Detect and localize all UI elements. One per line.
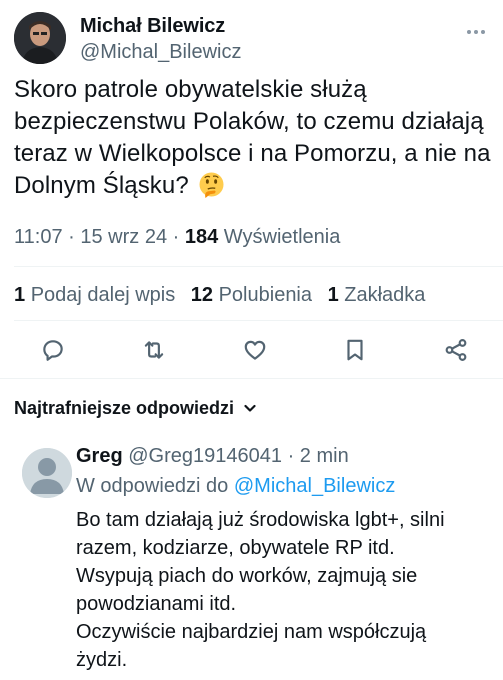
- tweet-actions: [20, 330, 489, 370]
- more-options-icon[interactable]: [462, 22, 490, 42]
- reply-header: Greg @Greg19146041 · 2 min: [76, 442, 496, 470]
- reply-text: Bo tam działają już środowiska lgbt+, si…: [76, 506, 496, 674]
- reposts-stat[interactable]: 1 Podaj dalej wpis: [14, 284, 181, 306]
- author-name[interactable]: Michał Bilewicz: [80, 14, 241, 38]
- reposts-label: Podaj dalej wpis: [30, 284, 176, 306]
- replying-to-prefix: W odpowiedzi do: [76, 475, 229, 497]
- bookmark-icon: [347, 339, 363, 361]
- share-icon: [445, 339, 467, 361]
- bookmark-button[interactable]: [340, 335, 370, 365]
- tweet-stats: 1 Podaj dalej wpis 12 Polubienia 1 Zakła…: [14, 282, 435, 308]
- default-avatar-icon: [22, 448, 72, 498]
- divider: [14, 266, 503, 267]
- tweet-text: Skoro patrole obywatelskie służą bezpiec…: [14, 74, 492, 202]
- meta-separator: ·: [68, 226, 81, 248]
- replying-to: W odpowiedzi do @Michal_Bilewicz: [76, 472, 496, 500]
- tweet-time[interactable]: 11:07: [14, 226, 63, 248]
- tweet-body: Skoro patrole obywatelskie służą bezpiec…: [14, 76, 491, 199]
- reply-author-handle[interactable]: @Greg19146041: [128, 445, 282, 467]
- chevron-down-icon: [244, 404, 256, 412]
- reply-text-line: żydzi.: [76, 649, 128, 671]
- reply-time[interactable]: 2 min: [300, 445, 349, 467]
- likes-count: 12: [190, 284, 214, 306]
- reply-text-line: powodzianami itd.: [76, 593, 237, 615]
- replying-to-mention[interactable]: @Michal_Bilewicz: [234, 475, 395, 497]
- author-identity: Michał Bilewicz @Michal_Bilewicz: [80, 14, 241, 65]
- reply-button[interactable]: [38, 335, 68, 365]
- replies-sort-dropdown[interactable]: Najtrafniejsze odpowiedzi: [14, 396, 258, 420]
- author-avatar[interactable]: [14, 12, 66, 64]
- tweet-header: Michał Bilewicz @Michal_Bilewicz: [14, 12, 494, 68]
- repost-button[interactable]: [139, 335, 169, 365]
- tweet-meta: 11:07 · 15 wrz 24 · 184 Wyświetlenia: [14, 224, 340, 250]
- thinking-face-emoji-icon: [199, 172, 224, 198]
- bookmarks-stat[interactable]: 1 Zakładka: [328, 284, 426, 306]
- bookmarks-count: 1: [327, 284, 339, 306]
- tweet-date[interactable]: 15 wrz 24: [80, 226, 167, 248]
- likes-label: Polubienia: [218, 284, 313, 306]
- reply-text-line: Wsypują piach do worków, zajmują sie: [76, 565, 418, 587]
- like-button[interactable]: [240, 335, 270, 365]
- like-icon: [244, 340, 265, 360]
- likes-stat[interactable]: 12 Polubienia: [191, 284, 318, 306]
- meta-separator: ·: [287, 445, 300, 467]
- reply-text-line: Oczywiście najbardziej nam współczują: [76, 621, 427, 643]
- replies-sort-label: Najtrafniejsze odpowiedzi: [14, 398, 235, 418]
- reply-body: Greg @Greg19146041 · 2 min W odpowiedzi …: [76, 442, 496, 674]
- meta-separator: ·: [172, 226, 185, 248]
- share-button[interactable]: [441, 335, 471, 365]
- reply-text-line: Bo tam działają już środowiska lgbt+, si…: [76, 509, 445, 531]
- repost-icon: [144, 341, 163, 359]
- bookmarks-label: Zakładka: [344, 284, 426, 306]
- divider: [14, 320, 503, 321]
- reply-avatar[interactable]: [22, 448, 72, 498]
- author-photo: [14, 12, 66, 64]
- author-handle[interactable]: @Michal_Bilewicz: [80, 39, 241, 65]
- views-label: Wyświetlenia: [223, 226, 341, 248]
- reposts-count: 1: [14, 284, 26, 306]
- reply-icon: [43, 340, 63, 361]
- section-divider: [0, 378, 503, 379]
- reply-text-line: razem, kodziarze, obywatele RP itd.: [76, 537, 395, 559]
- views-count: 184: [184, 226, 219, 248]
- reply-author-name[interactable]: Greg: [76, 445, 123, 467]
